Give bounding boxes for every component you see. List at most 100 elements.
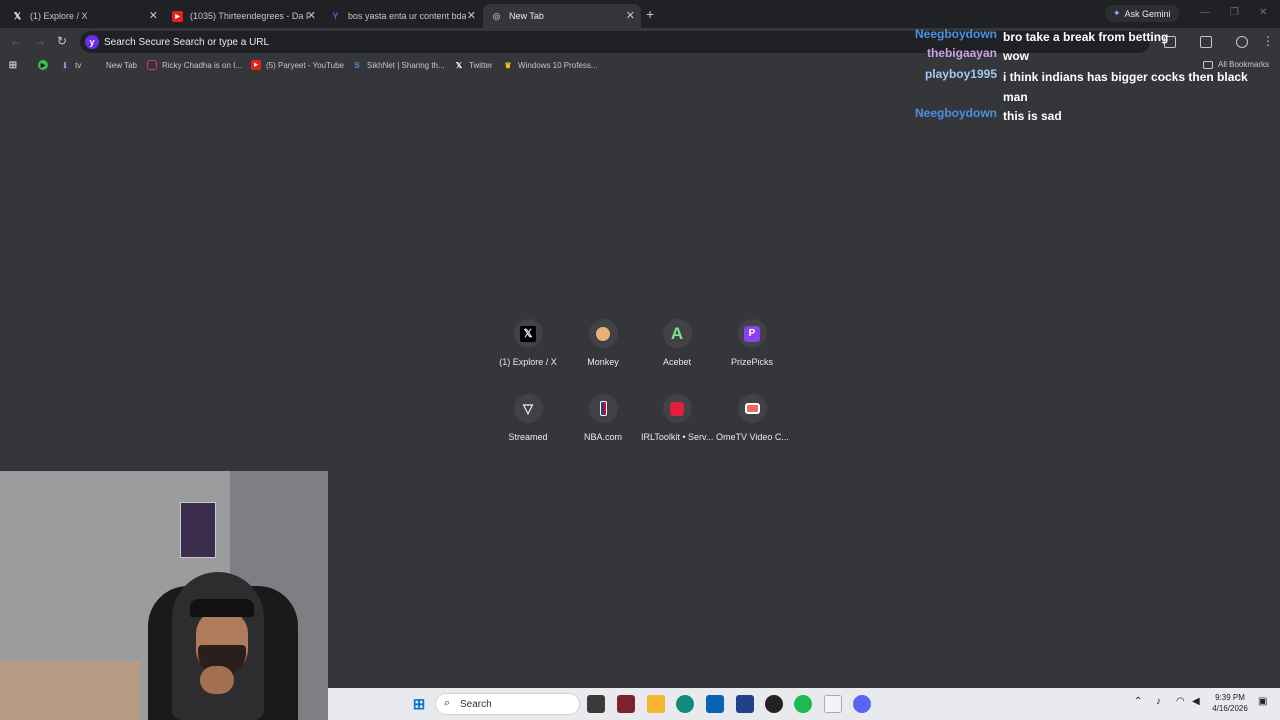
bookmark-twitter[interactable]: 𝕏 Twitter [454,60,493,70]
shortcut-acebet[interactable]: A Acebet [641,319,713,367]
webcam-overlay [0,471,328,720]
instagram-icon [147,60,157,70]
bookmark-play[interactable]: ▶ [38,60,53,70]
wall-poster [180,502,216,558]
sikhnet-icon: S [354,60,360,70]
bookmark-label: Ricky Chadha is on I... [162,60,243,70]
search-icon: ⌕ [444,697,451,709]
app-game-icon[interactable] [617,695,635,713]
taskbar-clock[interactable]: 9:39 PM 4/16/2026 [1206,692,1254,714]
tab-youtube[interactable]: ▶ (1035) Thirteendegrees - Da Pr ✕ [164,4,322,28]
wifi-icon[interactable]: ◠ [1176,696,1185,707]
shortcut-prizepicks[interactable]: P PrizePicks [716,319,788,367]
chat-text: wow [1003,49,1029,63]
shortcut-explore-x[interactable]: 𝕏 (1) Explore / X [492,319,564,367]
floor [0,661,140,720]
tab-title: New Tab [509,11,544,21]
bookmark-label: (5) Paryeet - YouTube [266,60,344,70]
bookmark-instagram[interactable]: Ricky Chadha is on I... [147,60,242,70]
shortcut-nba[interactable]: NBA.com [567,394,639,442]
bookmark-new-tab[interactable]: New Tab [91,60,137,70]
nba-app-icon[interactable] [736,695,754,713]
apps-grid-icon[interactable]: ⊞ [8,59,23,71]
clock-date: 4/16/2026 [1212,704,1248,713]
store-icon[interactable] [706,695,724,713]
new-tab-button[interactable]: + [646,6,654,22]
chat-text: i think indians has bigger cocks then bl… [1003,70,1248,104]
taskbar-search-label: Search [460,698,492,710]
shortcut-label: PrizePicks [730,357,773,367]
tab-title: (1) Explore / X [30,11,88,21]
menu-kebab-icon[interactable]: ⋮ [1262,34,1274,48]
youtube-icon: ▶ [172,10,183,22]
shortcut-label: OmeTV Video C... [716,432,788,442]
bookmark-youtube[interactable]: ▶ (5) Paryeet - YouTube [251,60,344,70]
play-circle-icon: ▶ [38,60,48,70]
shortcut-irltoolkit[interactable]: IRLToolkit • Serv... [641,394,713,442]
back-icon[interactable]: ← [10,34,22,48]
notepad-icon[interactable] [824,695,842,713]
bookmark-tv[interactable]: ℹ tv [60,60,81,70]
edge-icon[interactable] [676,695,694,713]
shortcut-ometv[interactable]: OmeTV Video C... [716,394,788,442]
bookmark-label: Windows 10 Profess... [518,60,598,70]
close-icon[interactable]: ✕ [626,9,635,22]
close-window-icon[interactable]: ✕ [1259,7,1267,18]
x-logo-icon: 𝕏 [13,10,22,21]
nba-icon [588,394,618,423]
chat-text: bro take a break from betting [1003,30,1169,44]
chat-text: this is sad [1003,109,1062,123]
volume-icon[interactable]: ◀ [1192,696,1200,707]
shortcut-monkey[interactable]: Monkey [567,319,639,367]
close-icon[interactable]: ✕ [149,9,158,22]
clock-time: 9:39 PM [1215,693,1245,702]
bookmark-label: Twitter [469,60,493,70]
chat-username: Neegboydown [914,106,997,120]
bookmark-windows[interactable]: ♛ Windows 10 Profess... [503,60,598,70]
taskbar-search[interactable]: ⌕ Search [435,693,580,715]
bookmark-sikhnet[interactable]: S SikhNet | Sharing th... [352,60,445,70]
microphone-icon[interactable]: ♪ [1156,696,1161,707]
gemini-sparkle-icon: ✦ [1113,8,1121,18]
crown-icon: ♛ [504,60,512,70]
chat-username: Neegboydown [914,27,997,41]
spotify-icon[interactable] [794,695,812,713]
windows-start-icon[interactable]: ⊞ [410,695,428,713]
reload-icon[interactable]: ↻ [57,34,67,48]
bookmark-label: SikhNet | Sharing th... [367,60,445,70]
file-explorer-icon[interactable] [647,695,665,713]
close-icon[interactable]: ✕ [307,9,316,22]
ask-gemini-label: Ask Gemini [1124,8,1171,19]
obs-icon[interactable] [765,695,783,713]
shortcut-label: Streamed [508,432,548,442]
chat-username: playboy1995 [924,67,997,81]
shortcut-label: (1) Explore / X [499,357,557,367]
ask-gemini-button[interactable]: ✦ Ask Gemini [1105,5,1179,22]
youtube-icon: ▶ [251,60,261,70]
notification-icon[interactable]: ▣ [1258,696,1267,707]
minimize-icon[interactable]: — [1200,7,1210,18]
close-icon[interactable]: ✕ [467,9,476,22]
tab-yahoo[interactable]: Y bos yasta enta ur content bdan ✕ [322,4,482,28]
yahoo-icon: y [85,35,99,49]
x-logo-icon: 𝕏 [513,319,543,348]
yahoo-icon: Y [332,11,339,21]
restore-icon[interactable]: ❐ [1230,7,1239,18]
tab-explore-x[interactable]: 𝕏 (1) Explore / X ✕ [4,4,164,28]
headband [190,599,254,617]
chat-username: thebigaayan [926,46,997,60]
tab-new-tab[interactable]: ◎ New Tab ✕ [483,4,641,28]
tab-title: (1035) Thirteendegrees - Da Pr [190,11,308,21]
x-logo-icon: 𝕏 [455,60,463,70]
shortcut-label: Acebet [662,357,692,367]
shortcut-streamed[interactable]: ▽ Streamed [492,394,564,442]
forward-icon[interactable]: → [34,34,46,48]
apps-grid-icon: ⊞ [8,59,18,71]
shortcut-label: Monkey [587,357,619,367]
ometv-icon [737,394,767,423]
chevron-up-icon[interactable]: ⌃ [1134,696,1142,707]
globe-icon: ◎ [492,10,501,21]
discord-icon[interactable] [853,695,871,713]
task-view-icon[interactable] [587,695,605,713]
hand [200,666,234,694]
